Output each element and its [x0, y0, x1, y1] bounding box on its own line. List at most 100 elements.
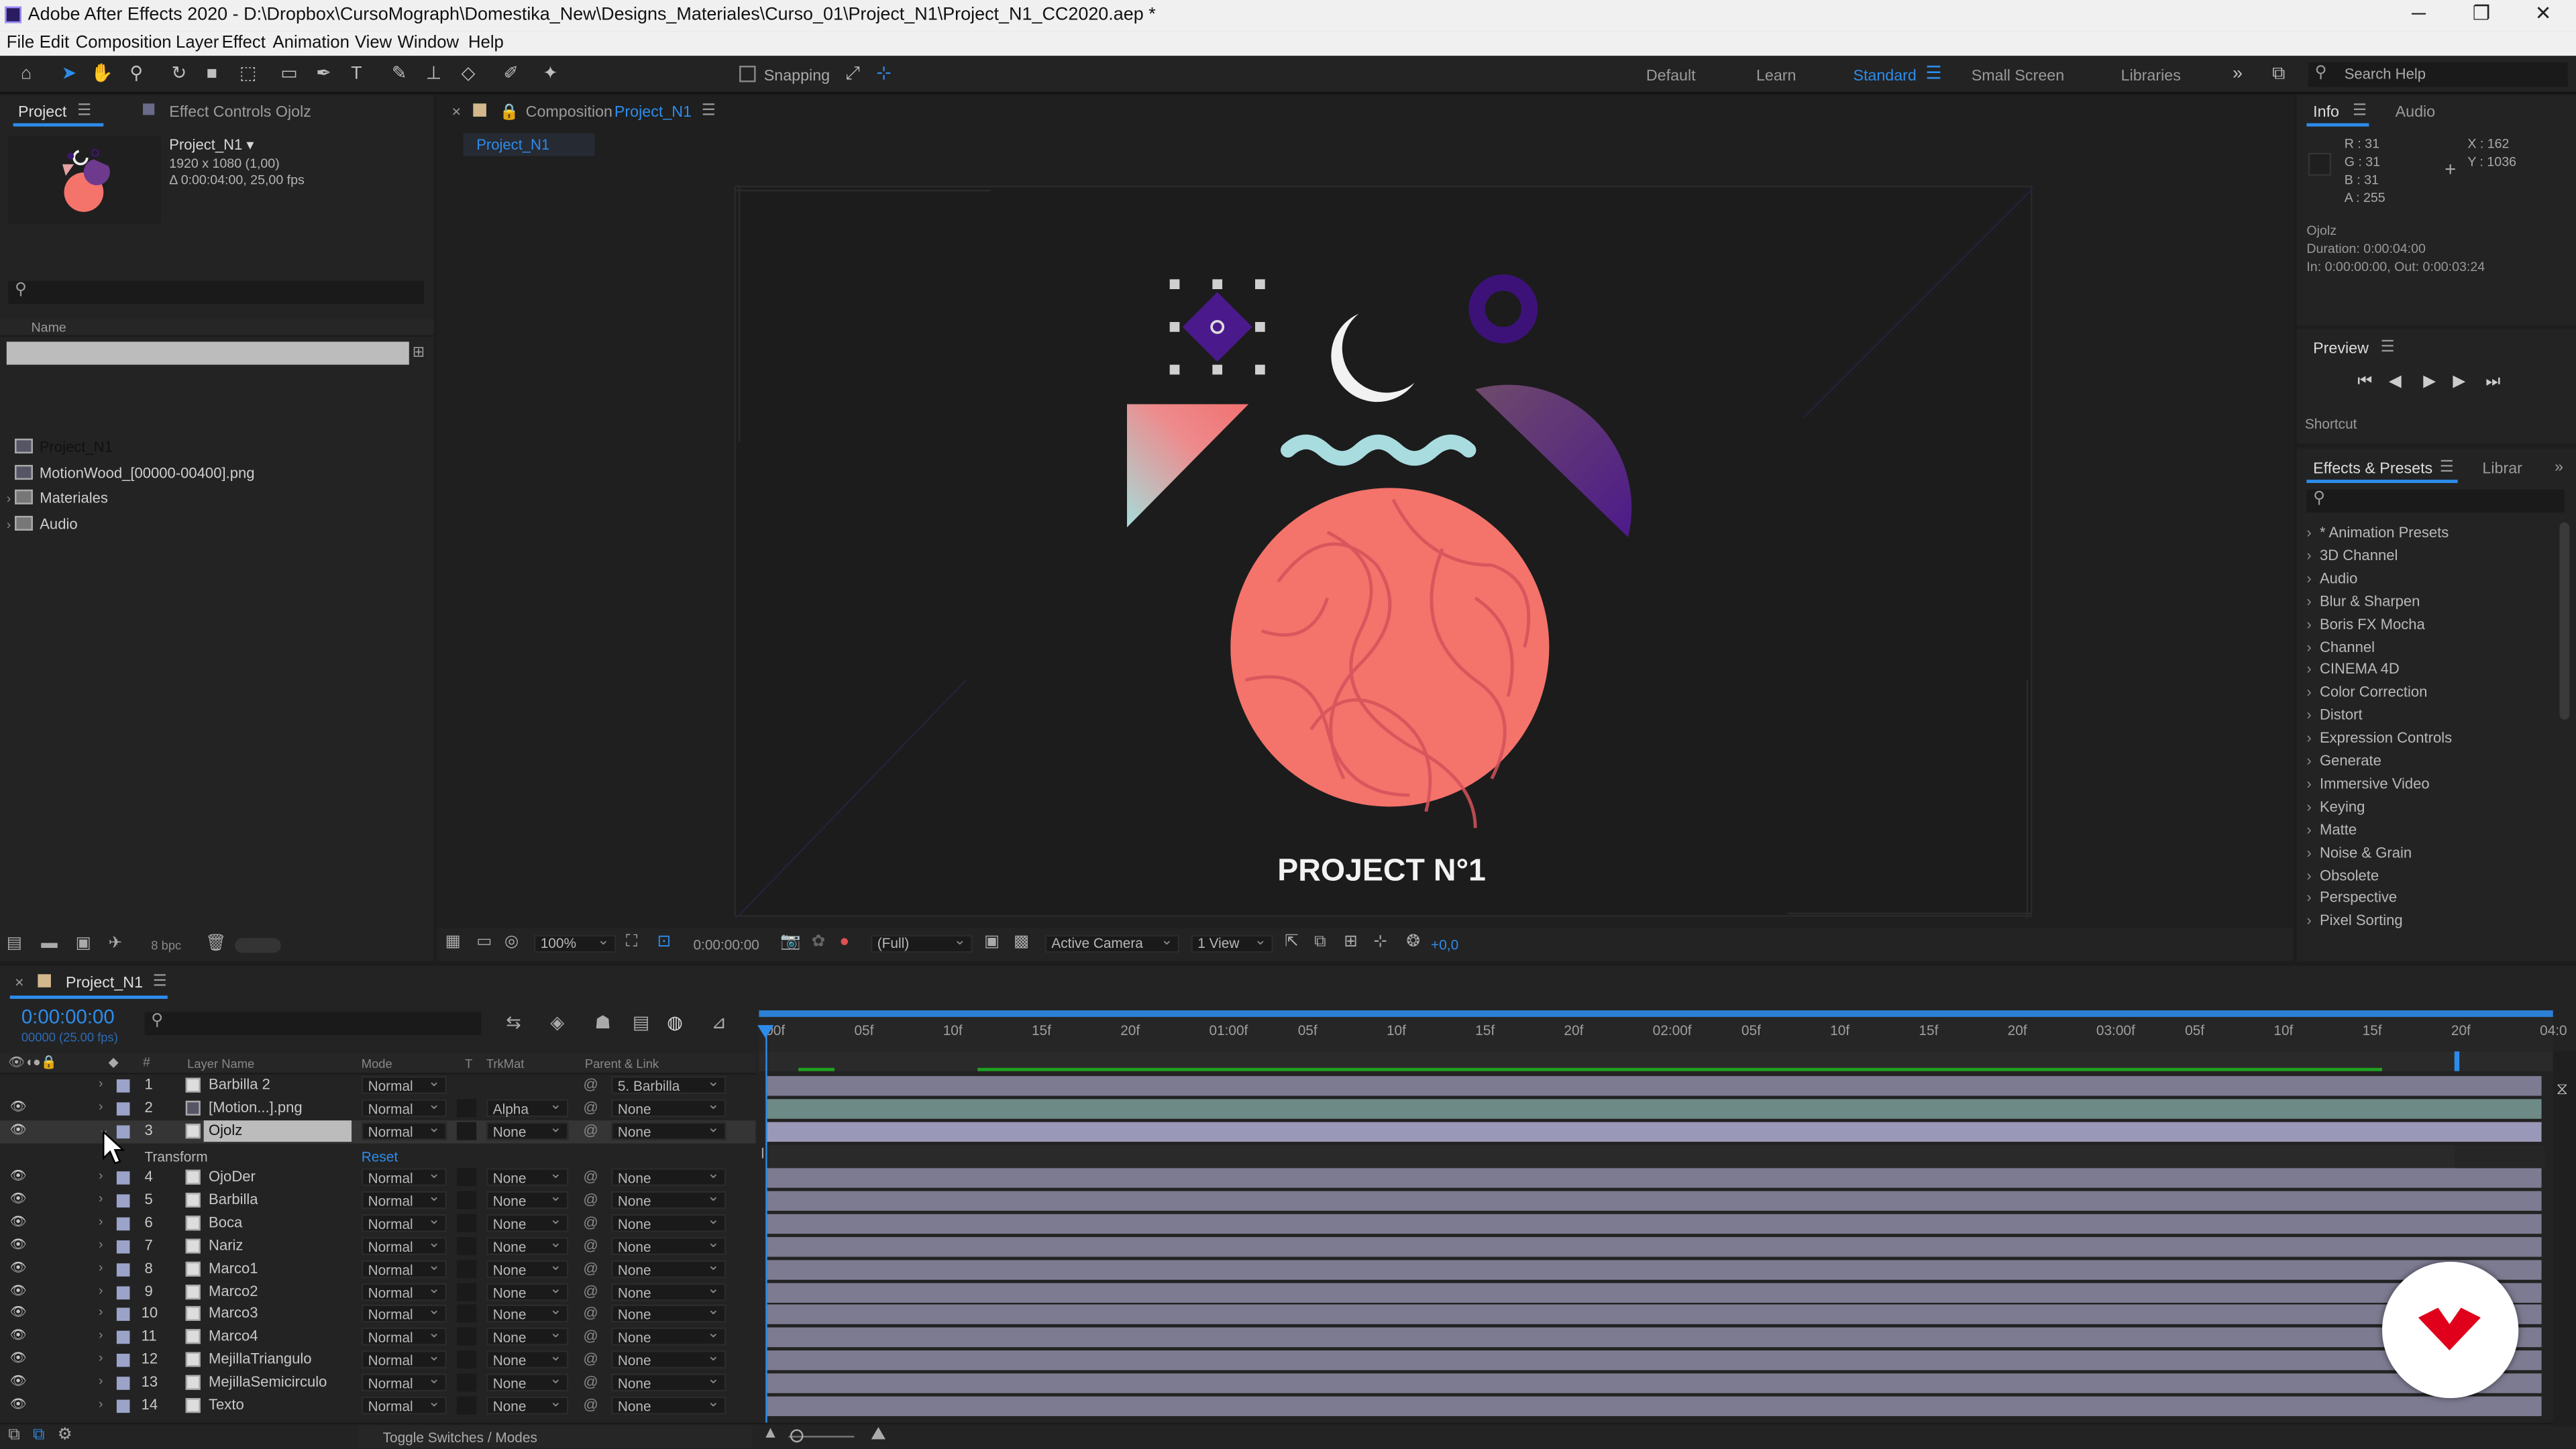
chevron-right-icon[interactable]: › — [2306, 730, 2320, 746]
playhead-handle[interactable] — [757, 1025, 774, 1038]
workspace-menu-icon[interactable]: ☰ — [1922, 62, 1945, 85]
trkmat-dropdown[interactable]: None — [486, 1212, 569, 1232]
timeline-layer-row[interactable]: 👁 › 8 Marco1 Normal None @ None — [0, 1258, 756, 1282]
blend-mode-dropdown[interactable]: Normal — [361, 1349, 447, 1369]
eye-icon[interactable]: 👁 — [10, 1304, 27, 1319]
layer-name[interactable]: Barbilla — [209, 1191, 258, 1208]
workspace-libraries[interactable]: Libraries — [2121, 67, 2181, 85]
layer-name[interactable]: MejillaTriangulo — [209, 1350, 312, 1366]
parent-dropdown[interactable]: None — [611, 1212, 727, 1232]
project-item[interactable]: MotionWood_[00000-00400].png — [7, 464, 254, 480]
timeline-layer-row[interactable]: 👁 › 10 Marco3 Normal None @ None — [0, 1303, 756, 1326]
layer-name[interactable]: Marco3 — [209, 1304, 258, 1320]
layer-duration-bar[interactable] — [767, 1396, 2542, 1417]
pick-whip-icon[interactable]: @ — [583, 1168, 598, 1184]
flowchart-icon[interactable]: ⊞ — [413, 343, 425, 362]
blend-mode-dropdown[interactable]: Normal — [361, 1258, 447, 1279]
panel-menu-icon[interactable]: ☰ — [153, 973, 167, 991]
parent-dropdown[interactable]: 5. Barbilla — [611, 1075, 727, 1095]
label-color-swatch[interactable] — [116, 1240, 130, 1254]
always-preview-icon[interactable]: ▦ — [445, 933, 461, 951]
preserve-transparency-toggle[interactable] — [456, 1260, 477, 1279]
layer-name[interactable]: Ojolz — [209, 1122, 242, 1138]
pick-whip-icon[interactable]: @ — [583, 1373, 598, 1389]
effects-category[interactable]: › Boris FX Mocha — [2306, 615, 2424, 631]
blend-mode-dropdown[interactable]: Normal — [361, 1236, 447, 1256]
panel-menu-icon[interactable]: ☰ — [2353, 102, 2367, 120]
previous-frame-icon[interactable]: ◀ — [2389, 373, 2402, 391]
effects-category[interactable]: › Pixel Sorting — [2306, 912, 2402, 928]
safe-margins-icon[interactable]: ⊡ — [657, 933, 672, 951]
blend-mode-dropdown[interactable]: Normal — [361, 1120, 447, 1140]
in-out-icon[interactable]: ⚙ — [58, 1426, 72, 1444]
new-composition-icon[interactable]: ▣ — [76, 934, 91, 953]
expand-arrow-icon[interactable]: › — [99, 1260, 103, 1275]
menu-composition[interactable]: Composition — [76, 33, 172, 52]
expand-arrow-icon[interactable]: › — [99, 1099, 103, 1114]
chevron-right-icon[interactable]: › — [2306, 775, 2320, 792]
preserve-transparency-toggle[interactable] — [456, 1099, 477, 1118]
label-color-swatch[interactable] — [116, 1102, 130, 1116]
effects-category[interactable]: › 3D Channel — [2306, 547, 2398, 563]
parent-dropdown[interactable]: None — [611, 1326, 727, 1346]
panel-menu-icon[interactable]: ☰ — [77, 102, 91, 120]
label-color-swatch[interactable] — [116, 1330, 130, 1344]
label-color-swatch[interactable] — [116, 1263, 130, 1277]
comp-subtab[interactable]: Project_N1 — [463, 133, 595, 156]
trkmat-dropdown[interactable]: None — [486, 1167, 569, 1187]
comp-name[interactable]: Project_N1 ▾ — [169, 136, 254, 154]
draft-3d-icon[interactable]: ◈ — [550, 1012, 564, 1033]
composition-tab-prefix[interactable]: Composition — [526, 103, 612, 121]
workspace-learn[interactable]: Learn — [1756, 67, 1796, 85]
pen-tool-icon[interactable]: ✒ — [312, 62, 335, 85]
effects-category[interactable]: › Obsolete — [2306, 867, 2379, 883]
layer-duration-bar[interactable] — [767, 1168, 2542, 1188]
chevron-right-icon[interactable]: › — [2306, 890, 2320, 906]
expand-arrow-icon[interactable]: › — [99, 1350, 103, 1365]
bit-depth-label[interactable]: 8 bpc — [151, 938, 181, 953]
resolution-dropdown[interactable]: (Full) — [870, 933, 973, 953]
transparency-grid-icon[interactable]: ▩ — [1014, 933, 1029, 951]
timeline-layer-row[interactable]: 👁 › 6 Boca Normal None @ None — [0, 1212, 756, 1236]
work-area-bar[interactable] — [759, 1010, 2553, 1017]
parent-dropdown[interactable]: None — [611, 1189, 727, 1210]
chevron-right-icon[interactable]: › — [2306, 707, 2320, 723]
camera-dropdown[interactable]: Active Camera — [1044, 933, 1180, 953]
blend-mode-dropdown[interactable]: Normal — [361, 1167, 447, 1187]
label-icon[interactable]: ◆ — [109, 1055, 119, 1069]
chevron-right-icon[interactable]: › — [2306, 844, 2320, 860]
chevron-right-icon[interactable]: › — [2306, 638, 2320, 654]
effects-category[interactable]: › Channel — [2306, 638, 2375, 654]
shy-layers-icon[interactable]: ☗ — [595, 1012, 611, 1033]
parent-dropdown[interactable]: None — [611, 1372, 727, 1392]
project-item[interactable]: › Materiales — [7, 489, 108, 506]
zoom-dropdown[interactable]: 100% — [533, 933, 616, 953]
layer-duration-bar[interactable] — [767, 1214, 2542, 1234]
parent-dropdown[interactable]: None — [611, 1167, 727, 1187]
preserve-transparency-toggle[interactable] — [456, 1350, 477, 1369]
brush-tool-icon[interactable]: ✎ — [388, 62, 411, 85]
menu-view[interactable]: View — [355, 33, 392, 52]
layer-duration-bar[interactable] — [767, 1327, 2542, 1348]
expand-arrow-icon[interactable]: › — [99, 1237, 103, 1252]
expand-arrow-icon[interactable]: › — [99, 1304, 103, 1319]
layer-name[interactable]: Texto — [209, 1397, 244, 1413]
minimize-icon[interactable]: ─ — [2412, 1, 2426, 24]
restore-icon[interactable]: ❐ — [2473, 1, 2490, 24]
eye-icon[interactable]: 👁 — [10, 1122, 27, 1137]
expand-arrow-icon[interactable]: › — [99, 1397, 103, 1411]
timeline-scrollbar[interactable] — [2553, 1051, 2576, 1426]
eye-icon[interactable]: 👁 — [10, 1373, 27, 1388]
preserve-transparency-toggle[interactable] — [456, 1373, 477, 1392]
label-color-swatch[interactable] — [116, 1079, 130, 1093]
preserve-transparency-toggle[interactable] — [456, 1327, 477, 1346]
tab-effects-presets[interactable]: Effects & Presets — [2313, 460, 2432, 478]
effects-category[interactable]: › * Animation Presets — [2306, 524, 2449, 540]
parent-dropdown[interactable]: None — [611, 1303, 727, 1323]
eye-icon[interactable]: 👁 — [10, 1397, 27, 1411]
rectangle-tool-icon[interactable]: ▭ — [278, 62, 301, 85]
reset-link[interactable]: Reset — [362, 1148, 398, 1165]
eye-icon[interactable]: 👁 — [10, 1191, 27, 1206]
pick-whip-icon[interactable]: @ — [583, 1122, 598, 1138]
clone-stamp-tool-icon[interactable]: ⊥ — [422, 62, 445, 85]
